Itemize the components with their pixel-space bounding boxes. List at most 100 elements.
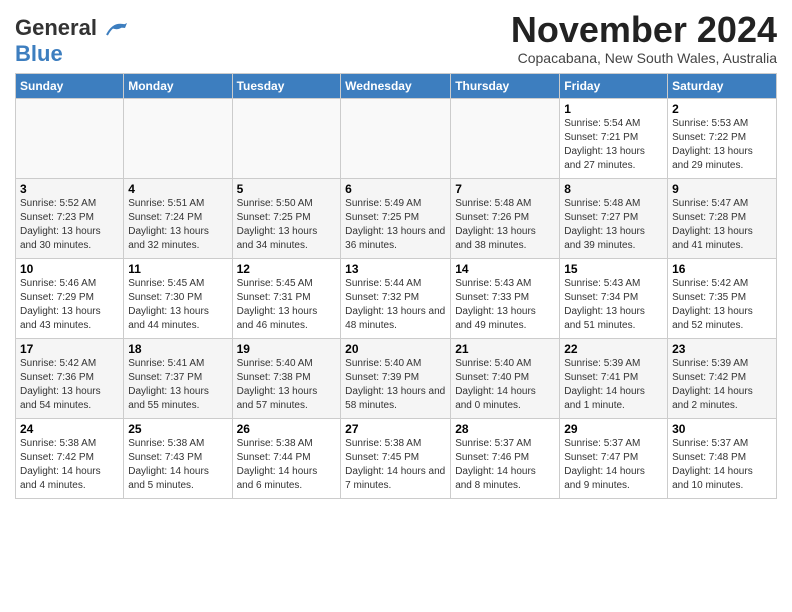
calendar-cell bbox=[16, 99, 124, 179]
day-number: 9 bbox=[672, 182, 772, 196]
calendar-week-row: 1Sunrise: 5:54 AMSunset: 7:21 PMDaylight… bbox=[16, 99, 777, 179]
day-info: Sunrise: 5:48 AMSunset: 7:26 PMDaylight:… bbox=[455, 197, 555, 253]
day-number: 17 bbox=[20, 342, 119, 356]
day-info: Sunrise: 5:48 AMSunset: 7:27 PMDaylight:… bbox=[564, 197, 663, 253]
calendar-cell: 1Sunrise: 5:54 AMSunset: 7:21 PMDaylight… bbox=[560, 99, 668, 179]
day-info: Sunrise: 5:49 AMSunset: 7:25 PMDaylight:… bbox=[345, 197, 446, 253]
day-info: Sunrise: 5:39 AMSunset: 7:42 PMDaylight:… bbox=[672, 357, 772, 413]
location-text: Copacabana, New South Wales, Australia bbox=[511, 50, 777, 66]
calendar-cell: 2Sunrise: 5:53 AMSunset: 7:22 PMDaylight… bbox=[668, 99, 777, 179]
logo: General Blue bbox=[15, 15, 127, 67]
calendar-cell bbox=[232, 99, 341, 179]
day-info: Sunrise: 5:37 AMSunset: 7:48 PMDaylight:… bbox=[672, 437, 772, 493]
calendar-cell bbox=[341, 99, 451, 179]
day-number: 15 bbox=[564, 262, 663, 276]
day-number: 16 bbox=[672, 262, 772, 276]
calendar-cell: 6Sunrise: 5:49 AMSunset: 7:25 PMDaylight… bbox=[341, 179, 451, 259]
month-title: November 2024 bbox=[511, 10, 777, 50]
calendar-cell: 9Sunrise: 5:47 AMSunset: 7:28 PMDaylight… bbox=[668, 179, 777, 259]
calendar-week-row: 17Sunrise: 5:42 AMSunset: 7:36 PMDayligh… bbox=[16, 339, 777, 419]
calendar-cell: 17Sunrise: 5:42 AMSunset: 7:36 PMDayligh… bbox=[16, 339, 124, 419]
day-info: Sunrise: 5:38 AMSunset: 7:44 PMDaylight:… bbox=[237, 437, 337, 493]
page-header: General Blue November 2024 Copacabana, N… bbox=[15, 10, 777, 67]
calendar-cell: 29Sunrise: 5:37 AMSunset: 7:47 PMDayligh… bbox=[560, 419, 668, 499]
day-number: 22 bbox=[564, 342, 663, 356]
logo-blue-text: Blue bbox=[15, 41, 63, 66]
day-number: 13 bbox=[345, 262, 446, 276]
day-number: 23 bbox=[672, 342, 772, 356]
day-number: 30 bbox=[672, 422, 772, 436]
day-info: Sunrise: 5:52 AMSunset: 7:23 PMDaylight:… bbox=[20, 197, 119, 253]
day-info: Sunrise: 5:38 AMSunset: 7:43 PMDaylight:… bbox=[128, 437, 227, 493]
calendar-cell: 26Sunrise: 5:38 AMSunset: 7:44 PMDayligh… bbox=[232, 419, 341, 499]
day-number: 26 bbox=[237, 422, 337, 436]
weekday-header-wednesday: Wednesday bbox=[341, 74, 451, 99]
calendar-week-row: 10Sunrise: 5:46 AMSunset: 7:29 PMDayligh… bbox=[16, 259, 777, 339]
day-number: 29 bbox=[564, 422, 663, 436]
weekday-header-monday: Monday bbox=[124, 74, 232, 99]
calendar-cell: 14Sunrise: 5:43 AMSunset: 7:33 PMDayligh… bbox=[451, 259, 560, 339]
day-info: Sunrise: 5:42 AMSunset: 7:36 PMDaylight:… bbox=[20, 357, 119, 413]
calendar-cell: 12Sunrise: 5:45 AMSunset: 7:31 PMDayligh… bbox=[232, 259, 341, 339]
weekday-header-saturday: Saturday bbox=[668, 74, 777, 99]
calendar-cell: 11Sunrise: 5:45 AMSunset: 7:30 PMDayligh… bbox=[124, 259, 232, 339]
day-info: Sunrise: 5:51 AMSunset: 7:24 PMDaylight:… bbox=[128, 197, 227, 253]
calendar-cell: 20Sunrise: 5:40 AMSunset: 7:39 PMDayligh… bbox=[341, 339, 451, 419]
day-number: 6 bbox=[345, 182, 446, 196]
calendar-cell: 3Sunrise: 5:52 AMSunset: 7:23 PMDaylight… bbox=[16, 179, 124, 259]
calendar-cell: 19Sunrise: 5:40 AMSunset: 7:38 PMDayligh… bbox=[232, 339, 341, 419]
day-info: Sunrise: 5:40 AMSunset: 7:40 PMDaylight:… bbox=[455, 357, 555, 413]
weekday-header-tuesday: Tuesday bbox=[232, 74, 341, 99]
day-info: Sunrise: 5:43 AMSunset: 7:34 PMDaylight:… bbox=[564, 277, 663, 333]
day-info: Sunrise: 5:40 AMSunset: 7:38 PMDaylight:… bbox=[237, 357, 337, 413]
calendar-cell: 28Sunrise: 5:37 AMSunset: 7:46 PMDayligh… bbox=[451, 419, 560, 499]
calendar-cell: 5Sunrise: 5:50 AMSunset: 7:25 PMDaylight… bbox=[232, 179, 341, 259]
day-number: 3 bbox=[20, 182, 119, 196]
day-number: 25 bbox=[128, 422, 227, 436]
day-number: 14 bbox=[455, 262, 555, 276]
day-number: 20 bbox=[345, 342, 446, 356]
day-info: Sunrise: 5:46 AMSunset: 7:29 PMDaylight:… bbox=[20, 277, 119, 333]
day-info: Sunrise: 5:37 AMSunset: 7:47 PMDaylight:… bbox=[564, 437, 663, 493]
calendar-cell: 27Sunrise: 5:38 AMSunset: 7:45 PMDayligh… bbox=[341, 419, 451, 499]
calendar-table: SundayMondayTuesdayWednesdayThursdayFrid… bbox=[15, 73, 777, 499]
day-number: 12 bbox=[237, 262, 337, 276]
day-number: 7 bbox=[455, 182, 555, 196]
day-number: 1 bbox=[564, 102, 663, 116]
calendar-cell: 30Sunrise: 5:37 AMSunset: 7:48 PMDayligh… bbox=[668, 419, 777, 499]
weekday-header-row: SundayMondayTuesdayWednesdayThursdayFrid… bbox=[16, 74, 777, 99]
calendar-cell: 16Sunrise: 5:42 AMSunset: 7:35 PMDayligh… bbox=[668, 259, 777, 339]
day-number: 2 bbox=[672, 102, 772, 116]
day-info: Sunrise: 5:38 AMSunset: 7:45 PMDaylight:… bbox=[345, 437, 446, 493]
title-section: November 2024 Copacabana, New South Wale… bbox=[511, 10, 777, 66]
calendar-cell: 7Sunrise: 5:48 AMSunset: 7:26 PMDaylight… bbox=[451, 179, 560, 259]
calendar-cell: 13Sunrise: 5:44 AMSunset: 7:32 PMDayligh… bbox=[341, 259, 451, 339]
calendar-cell: 15Sunrise: 5:43 AMSunset: 7:34 PMDayligh… bbox=[560, 259, 668, 339]
calendar-cell: 8Sunrise: 5:48 AMSunset: 7:27 PMDaylight… bbox=[560, 179, 668, 259]
day-info: Sunrise: 5:53 AMSunset: 7:22 PMDaylight:… bbox=[672, 117, 772, 173]
weekday-header-friday: Friday bbox=[560, 74, 668, 99]
day-number: 24 bbox=[20, 422, 119, 436]
day-info: Sunrise: 5:50 AMSunset: 7:25 PMDaylight:… bbox=[237, 197, 337, 253]
calendar-week-row: 24Sunrise: 5:38 AMSunset: 7:42 PMDayligh… bbox=[16, 419, 777, 499]
day-info: Sunrise: 5:42 AMSunset: 7:35 PMDaylight:… bbox=[672, 277, 772, 333]
day-number: 4 bbox=[128, 182, 227, 196]
calendar-cell: 22Sunrise: 5:39 AMSunset: 7:41 PMDayligh… bbox=[560, 339, 668, 419]
weekday-header-thursday: Thursday bbox=[451, 74, 560, 99]
day-number: 28 bbox=[455, 422, 555, 436]
weekday-header-sunday: Sunday bbox=[16, 74, 124, 99]
calendar-cell bbox=[124, 99, 232, 179]
calendar-cell: 10Sunrise: 5:46 AMSunset: 7:29 PMDayligh… bbox=[16, 259, 124, 339]
day-number: 10 bbox=[20, 262, 119, 276]
day-info: Sunrise: 5:37 AMSunset: 7:46 PMDaylight:… bbox=[455, 437, 555, 493]
day-number: 5 bbox=[237, 182, 337, 196]
day-number: 8 bbox=[564, 182, 663, 196]
day-info: Sunrise: 5:47 AMSunset: 7:28 PMDaylight:… bbox=[672, 197, 772, 253]
day-number: 19 bbox=[237, 342, 337, 356]
day-info: Sunrise: 5:45 AMSunset: 7:31 PMDaylight:… bbox=[237, 277, 337, 333]
day-info: Sunrise: 5:45 AMSunset: 7:30 PMDaylight:… bbox=[128, 277, 227, 333]
day-info: Sunrise: 5:39 AMSunset: 7:41 PMDaylight:… bbox=[564, 357, 663, 413]
day-number: 27 bbox=[345, 422, 446, 436]
day-info: Sunrise: 5:40 AMSunset: 7:39 PMDaylight:… bbox=[345, 357, 446, 413]
day-info: Sunrise: 5:44 AMSunset: 7:32 PMDaylight:… bbox=[345, 277, 446, 333]
